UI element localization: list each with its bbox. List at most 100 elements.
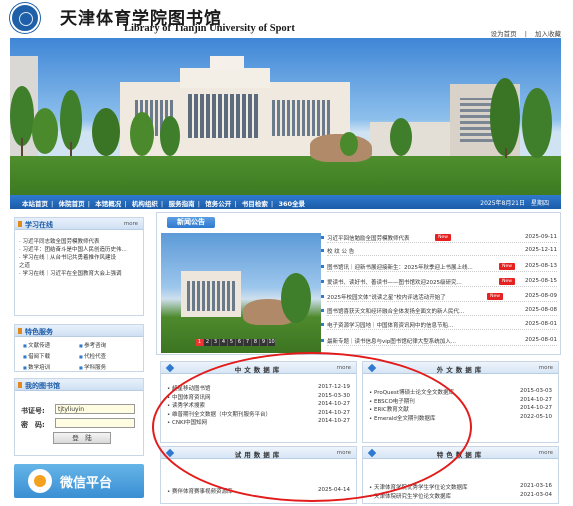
pager-page-3[interactable]: 3 [212, 339, 219, 346]
card-number-input[interactable]: tjtyliuyin [55, 404, 135, 414]
service-borrow-download[interactable]: 借阅下载 [23, 352, 79, 360]
nav-university[interactable]: 体院首页 [59, 200, 85, 208]
service-training[interactable]: 数学培训 [23, 363, 79, 371]
news-row[interactable]: 电子资源学习园地｜中国体育资讯网中的信息节船... 2025-08-01 [321, 320, 557, 330]
news-date: 2025-08-09 [525, 293, 557, 299]
news-row[interactable]: 图书馆喜获天文和经环融合全体发扬全面文的新人民代... 2025-08-08 [321, 306, 557, 316]
wechat-icon [28, 469, 52, 493]
top-links: 设为首页 | 加入收藏 [485, 28, 561, 38]
password-label: 密 码: [21, 421, 45, 429]
nav-organization[interactable]: 机构组织 [132, 200, 158, 208]
study-item[interactable]: · 学习在线｜习近平在全国教育大会上强调 [19, 270, 139, 278]
site-header: 天津体育学院图书馆 Library of Tianjin University … [0, 0, 573, 38]
nav-affairs[interactable]: 馆务公开 [205, 200, 231, 208]
news-row[interactable]: 习近平回信勉励全国劳模教师代表 New 2025-09-11 [321, 233, 557, 243]
database-row[interactable]: 维普期刊全文数据（中文期刊服务平台）2014-10-27 [161, 410, 356, 419]
pager-page-2[interactable]: 2 [204, 339, 211, 346]
database-row[interactable]: 赛伴体育赛事视频资源库2025-04-14 [161, 487, 356, 496]
foreign-databases-box: 外文数据库 more ProQuest博硕士论文全文数据库2015-03-03 … [362, 361, 559, 443]
library-logo[interactable] [10, 3, 40, 33]
password-input[interactable] [55, 418, 135, 428]
pager-page-10[interactable]: 10 [268, 339, 275, 346]
nav-home[interactable]: 本站首页 [22, 200, 48, 208]
slideshow-pager: 1 2 3 4 5 6 7 8 9 10 [196, 338, 276, 346]
news-row[interactable]: 2025年校园文体“说读之星”校内评选活动开始了 New 2025-08-09 [321, 292, 557, 302]
news-title[interactable]: 爱读书、读好书、善读书——图书馆欢迎2025级研究... [327, 278, 495, 286]
new-badge: New [435, 234, 451, 241]
news-row[interactable]: 最新专题｜读书信息与vip图书馆纪律大型系统加入... 2025-08-01 [321, 336, 557, 346]
database-row[interactable]: ProQuest博硕士论文全文数据库2015-03-03 [363, 388, 558, 397]
database-row[interactable]: Emerald全文期刊数据库2022-05-10 [363, 414, 558, 423]
database-row[interactable]: ERIC教育文献2014-10-27 [363, 405, 558, 414]
news-row[interactable]: 爱读书、读好书、善读书——图书馆欢迎2025级研究... New 2025-08-1… [321, 277, 557, 287]
login-button[interactable]: 登 陆 [53, 432, 111, 444]
chinese-databases-title: 中文数据库 [234, 366, 283, 374]
trial-databases-title: 试用数据库 [234, 451, 283, 459]
site-title-en: Library of Tianjin University of Sport [124, 23, 295, 34]
trial-databases-more-link[interactable]: more [337, 450, 351, 456]
special-databases-more-link[interactable]: more [539, 450, 553, 456]
news-tab[interactable]: 新闻公告 [167, 217, 215, 228]
news-title[interactable]: 最新专题｜读书信息与vip图书馆纪律大型系统加入... [327, 337, 497, 345]
chinese-databases-more-link[interactable]: more [337, 365, 351, 371]
foreign-databases-title: 外文数据库 [436, 366, 485, 374]
news-title[interactable]: 习近平回信勉励全国劳模教师代表 [327, 234, 497, 242]
pager-page-6[interactable]: 6 [236, 339, 243, 346]
study-item[interactable]: · 习近平：团结奋斗是中国人民创造历史伟... [19, 246, 139, 254]
study-online-more-link[interactable]: more [124, 221, 138, 227]
news-date: 2025-12-11 [525, 247, 557, 253]
news-date: 2025-08-01 [525, 321, 557, 327]
database-row[interactable]: CNKI中国知网2014-10-27 [161, 418, 356, 427]
wechat-platform-banner[interactable]: 微信平台 [14, 464, 144, 498]
nav-service-guide[interactable]: 服务指南 [169, 200, 195, 208]
pager-page-5[interactable]: 5 [228, 339, 235, 346]
news-title[interactable]: 图书馆讯｜迎新书展迎接新生：2025年秋季迎上书展上线... [327, 263, 495, 271]
news-slideshow-image[interactable] [161, 233, 321, 353]
study-item[interactable]: 之道 [19, 262, 139, 270]
study-item[interactable]: · 学习在线｜从台书记共勇着推作风建设 [19, 254, 139, 262]
database-row[interactable]: 超星移动图书馆2017-12-19 [161, 384, 356, 393]
campus-banner [10, 38, 561, 195]
nav-catalog-search[interactable]: 书目检索 [242, 200, 268, 208]
database-row[interactable]: 中国体育资讯网2015-03-30 [161, 393, 356, 402]
news-title[interactable]: 校 纹 公 告 [327, 247, 497, 255]
add-favorite-link[interactable]: 加入收藏 [535, 30, 561, 38]
set-homepage-link[interactable]: 设为首页 [491, 30, 517, 38]
service-reference[interactable]: 参考咨询 [79, 341, 135, 349]
nav-360-view[interactable]: 360全景 [278, 200, 305, 208]
main-nav: 本站首页 | 体院首页 | 本馆概况 | 机构组织 | 服务指南 | 馆务公开 | 书目检索… [10, 195, 561, 209]
top-links-separator: | [524, 30, 527, 38]
pager-page-8[interactable]: 8 [252, 339, 259, 346]
study-online-box: 学习在线 more · 习近平同志致全国劳模教师代表 · 习近平：团结奋斗是中国… [14, 217, 144, 316]
service-subject[interactable]: 学科服务 [79, 363, 135, 371]
news-title[interactable]: 图书馆喜获天文和经环融合全体发扬全面文的新人民代... [327, 307, 497, 315]
card-number-label: 书证号: [21, 407, 45, 415]
study-item[interactable]: · 习近平同志致全国劳模教师代表 [19, 238, 139, 246]
pager-page-7[interactable]: 7 [244, 339, 251, 346]
featured-services-box: 特色服务 文献传递 参考咨询 借阅下载 代检代查 数学培训 学科服务 [14, 324, 144, 372]
news-row[interactable]: 校 纹 公 告 2025-12-11 [321, 246, 557, 256]
database-row[interactable]: 天津体院研究生学位论文数据库2021-03-04 [363, 492, 558, 501]
new-badge: New [499, 278, 515, 285]
service-search-proxy[interactable]: 代检代查 [79, 352, 135, 360]
pager-page-4[interactable]: 4 [220, 339, 227, 346]
news-date: 2025-08-15 [525, 278, 557, 284]
foreign-databases-more-link[interactable]: more [539, 365, 553, 371]
special-databases-title: 特色数据库 [436, 451, 485, 459]
database-row[interactable]: 读秀学术搜索2014-10-27 [161, 401, 356, 410]
news-row[interactable]: 图书馆讯｜迎新书展迎接新生：2025年秋季迎上书展上线... New 2025-08… [321, 262, 557, 272]
my-library-box: 我的图书馆 书证号: tjtyliuyin 密 码: 登 陆 [14, 378, 144, 456]
pager-page-1[interactable]: 1 [196, 339, 203, 346]
study-online-title: 学习在线 [25, 221, 53, 229]
news-title[interactable]: 2025年校园文体“说读之星”校内评选活动开始了 [327, 293, 483, 301]
new-badge: New [487, 293, 503, 300]
news-date: 2025-08-08 [525, 307, 557, 313]
nav-about[interactable]: 本馆概况 [95, 200, 121, 208]
database-row[interactable]: EBSCO电子期刊2014-10-27 [363, 397, 558, 406]
news-date: 2025-08-01 [525, 337, 557, 343]
wechat-platform-label: 微信平台 [60, 476, 113, 491]
service-document-delivery[interactable]: 文献传递 [23, 341, 79, 349]
news-title[interactable]: 电子资源学习园地｜中国体育资讯网中的信息节船... [327, 321, 497, 329]
pager-page-9[interactable]: 9 [260, 339, 267, 346]
database-row[interactable]: 天津体育学院优秀学生学位论文数据库2021-03-16 [363, 483, 558, 492]
